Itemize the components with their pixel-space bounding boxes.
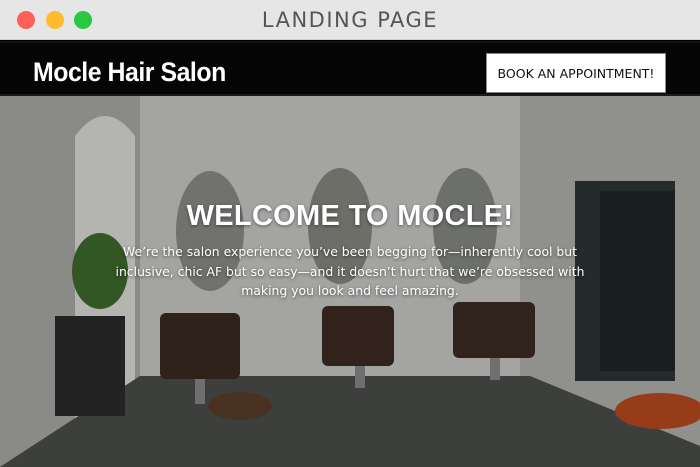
hero-title: WELCOME TO MOCLE! — [186, 200, 514, 232]
brand-logo[interactable]: Mocle Hair Salon — [33, 57, 226, 88]
book-appointment-button[interactable]: BOOK AN APPOINTMENT! — [486, 53, 666, 93]
site-header: Mocle Hair Salon BOOK AN APPOINTMENT! — [0, 41, 700, 96]
window-titlebar: LANDING PAGE — [0, 0, 700, 40]
window-title: LANDING PAGE — [261, 8, 439, 32]
hero-description: We’re the salon experience you’ve been b… — [115, 244, 585, 298]
hero-section: WELCOME TO MOCLE! We’re the salon experi… — [0, 96, 700, 467]
